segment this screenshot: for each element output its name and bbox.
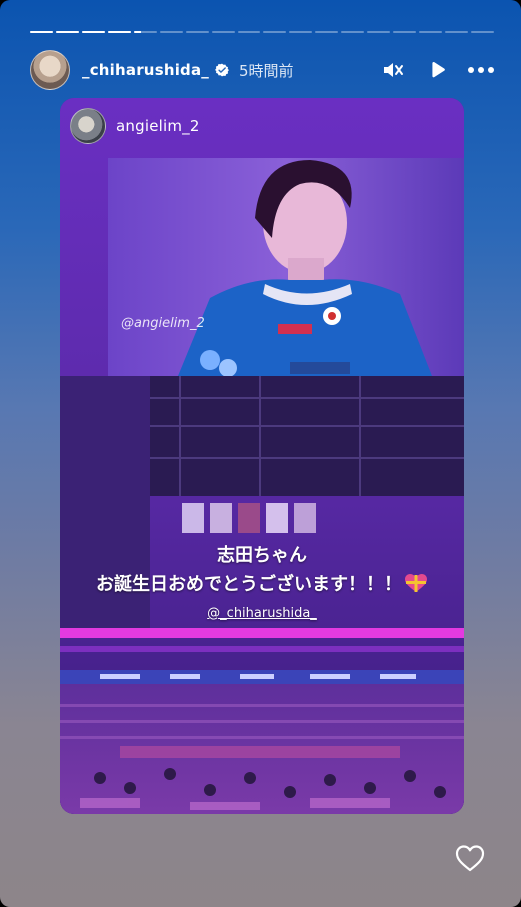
more-options-icon[interactable] (468, 57, 494, 83)
caption-line-1: 志田ちゃん (217, 545, 307, 566)
story-username[interactable]: _chiharushida_ (82, 61, 209, 79)
verified-badge-icon (215, 63, 229, 77)
story-progress-segment (367, 31, 391, 33)
reshared-author-username[interactable]: angielim_2 (116, 117, 200, 135)
video-watermark: @angielim_2 (121, 316, 205, 331)
story-progress-segment (470, 31, 494, 33)
caption-line-2-text: お誕生日おめでとうございます！！！ (96, 574, 402, 595)
story-caption: 志田ちゃん お誕生日おめでとうございます！！！ @_chiharushida_ (60, 542, 464, 621)
story-progress-segment (445, 31, 468, 33)
reshared-author-avatar[interactable] (70, 108, 106, 144)
story-progress-bar (30, 31, 494, 33)
story-progress-segment (133, 31, 157, 33)
story-progress-segment (107, 31, 131, 33)
story-progress-segment (237, 31, 261, 33)
story-progress-segment (419, 31, 442, 33)
story-progress-fill (30, 31, 53, 33)
story-progress-segment (185, 31, 209, 33)
story-progress-segment (81, 31, 105, 33)
reshared-post-card[interactable]: angielim_2 @angielim_2 志田ちゃん お誕生日おめでとうござ… (60, 98, 464, 814)
story-header: _chiharushida_ 5時間前 (30, 50, 494, 90)
story-progress-segment (315, 31, 339, 33)
play-icon[interactable] (424, 57, 450, 83)
story-progress-fill (107, 31, 131, 33)
story-progress-segment (55, 31, 79, 33)
story-progress-segment (263, 31, 287, 33)
gift-heart-icon (404, 573, 428, 593)
user-avatar[interactable] (30, 50, 70, 90)
mention-link[interactable]: @_chiharushida_ (60, 606, 464, 621)
story-timestamp: 5時間前 (239, 61, 294, 80)
speaker-muted-icon[interactable] (380, 57, 406, 83)
story-progress-segment (159, 31, 183, 33)
story-progress-segment (289, 31, 313, 33)
heart-outline-icon[interactable] (455, 844, 485, 872)
story-viewer: _chiharushida_ 5時間前 angielim_2 @angielim… (0, 0, 521, 907)
story-progress-fill (55, 31, 79, 33)
story-progress-fill (81, 31, 105, 33)
story-progress-segment (341, 31, 365, 33)
reshared-post-header[interactable]: angielim_2 (70, 108, 200, 144)
story-progress-fill (133, 31, 141, 33)
story-progress-segment (393, 31, 417, 33)
story-progress-segment (30, 31, 53, 33)
caption-line-2: お誕生日おめでとうございます！！！ (60, 570, 464, 600)
story-controls (380, 57, 494, 83)
story-progress-segment (211, 31, 235, 33)
arena-photo (60, 98, 464, 814)
